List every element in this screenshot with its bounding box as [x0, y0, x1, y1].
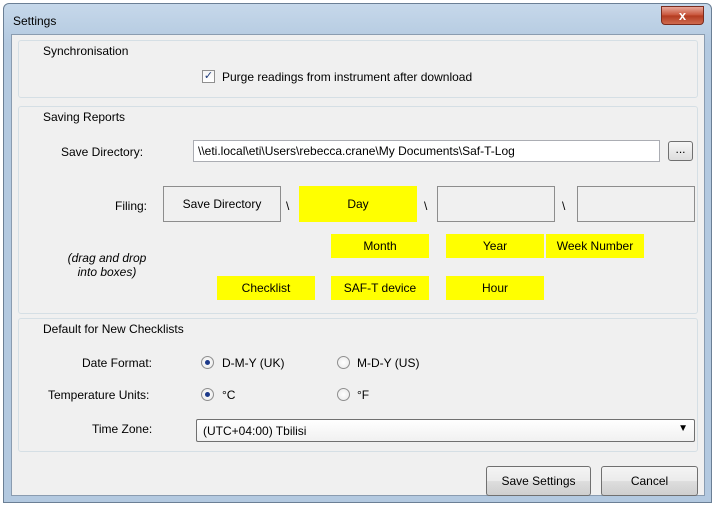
cancel-button[interactable]: Cancel: [601, 466, 698, 496]
chip-year[interactable]: Year: [446, 234, 544, 258]
window-title: Settings: [13, 14, 57, 28]
date-format-dmy-label: D-M-Y (UK): [222, 356, 285, 370]
browse-button[interactable]: ...: [668, 141, 693, 161]
chip-month[interactable]: Month: [331, 234, 429, 258]
save-settings-button[interactable]: Save Settings: [486, 466, 591, 496]
date-format-dmy-radio[interactable]: [201, 356, 214, 369]
close-icon: x: [678, 8, 687, 23]
filing-box-3[interactable]: [437, 186, 555, 222]
title-bar[interactable]: Settings x: [4, 4, 711, 38]
defaults-group: Default for New Checklists Date Format: …: [18, 318, 698, 452]
filing-separator-2: \: [424, 199, 428, 213]
purge-checkbox[interactable]: ✓: [202, 70, 215, 83]
saving-reports-group: Saving Reports Save Directory: \\eti.loc…: [18, 106, 698, 314]
filing-separator-1: \: [286, 199, 290, 213]
settings-client-area: Synchronisation ✓ Purge readings from in…: [11, 34, 705, 496]
temperature-celsius-label: °C: [222, 388, 236, 402]
close-button[interactable]: x: [661, 6, 704, 25]
drag-drop-hint: (drag and drop into boxes): [67, 251, 147, 279]
temperature-units-label: Temperature Units:: [48, 388, 150, 402]
temperature-fahrenheit-label: °F: [357, 388, 370, 402]
time-zone-label: Time Zone:: [92, 422, 153, 436]
date-format-label: Date Format:: [82, 356, 153, 370]
time-zone-value: (UTC+04:00) Tbilisi: [203, 424, 307, 438]
purge-label: Purge readings from instrument after dow…: [222, 70, 473, 84]
settings-window: Settings x Synchronisation ✓ Purge readi…: [3, 3, 712, 503]
filing-label: Filing:: [115, 199, 148, 213]
time-zone-select[interactable]: (UTC+04:00) Tbilisi ▼: [196, 419, 695, 442]
filing-separator-3: \: [562, 199, 566, 213]
filing-box-2[interactable]: Day: [299, 186, 417, 222]
chip-week-number[interactable]: Week Number: [546, 234, 644, 258]
chip-saf-t-device[interactable]: SAF-T device: [331, 276, 429, 300]
save-directory-label: Save Directory:: [61, 145, 144, 159]
temperature-celsius-radio[interactable]: [201, 388, 214, 401]
save-directory-input[interactable]: \\eti.local\eti\Users\rebecca.crane\My D…: [193, 140, 660, 162]
saving-reports-title: Saving Reports: [43, 110, 126, 124]
defaults-title: Default for New Checklists: [43, 322, 184, 336]
check-icon: ✓: [203, 70, 214, 82]
chevron-down-icon: ▼: [678, 423, 688, 434]
date-format-mdy-label: M-D-Y (US): [357, 356, 420, 370]
filing-box-1[interactable]: Save Directory: [163, 186, 281, 222]
date-format-mdy-radio[interactable]: [337, 356, 350, 369]
synchronisation-title: Synchronisation: [43, 44, 129, 58]
filing-box-4[interactable]: [577, 186, 695, 222]
synchronisation-group: Synchronisation ✓ Purge readings from in…: [18, 40, 698, 98]
chip-checklist[interactable]: Checklist: [217, 276, 315, 300]
temperature-fahrenheit-radio[interactable]: [337, 388, 350, 401]
chip-hour[interactable]: Hour: [446, 276, 544, 300]
